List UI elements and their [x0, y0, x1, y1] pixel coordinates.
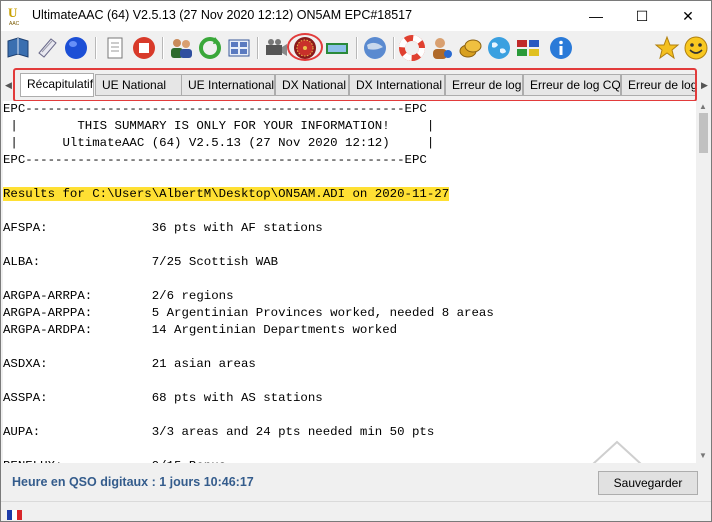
title-bar: U AAC UltimateAAC (64) V2.5.13 (27 Nov 2…	[1, 1, 711, 31]
smiley-icon[interactable]	[683, 35, 709, 61]
summary-line: | UltimateAAC (64) V2.5.13 (27 Nov 2020 …	[3, 136, 435, 150]
tab-scroll-right-icon[interactable]: ▶	[701, 80, 708, 91]
minimize-button[interactable]: —	[573, 1, 619, 31]
award-icon[interactable]	[324, 35, 350, 61]
summary-line: EPC-------------------------------------…	[3, 153, 427, 167]
svg-text:AAC: AAC	[9, 21, 20, 26]
grid-icon[interactable]	[226, 35, 252, 61]
summary-line: ARGPA-ARRPA: 2/6 regions	[3, 289, 234, 303]
toolbar-separator	[257, 37, 259, 59]
lifebuoy-icon[interactable]	[399, 35, 425, 61]
save-button[interactable]: Sauvegarder	[598, 471, 698, 495]
summary-line	[3, 203, 696, 220]
app-logo-icon: U AAC	[8, 6, 20, 26]
scroll-down-icon[interactable]: ▼	[699, 451, 707, 460]
stop-icon[interactable]	[131, 35, 157, 61]
summary-line: ALBA: 7/25 Scottish WAB	[3, 255, 279, 269]
summary-line: ASDXA: 21 asian areas	[3, 357, 256, 371]
toolbar-separator	[95, 37, 97, 59]
users-icon[interactable]	[168, 35, 194, 61]
toolbar-separator	[393, 37, 395, 59]
document-icon[interactable]	[102, 35, 128, 61]
summary-line: Results for C:\Users\AlbertM\Desktop\ON5…	[3, 186, 696, 203]
annotation-rectangle	[13, 68, 697, 102]
notepad-icon[interactable]	[34, 35, 60, 61]
bottom-panel: Heure en QSO digitaux : 1 jours 10:46:17…	[1, 463, 711, 501]
flags-icon[interactable]	[515, 35, 541, 61]
refresh-icon[interactable]	[197, 35, 223, 61]
svg-text:U: U	[8, 6, 18, 20]
app-window: U AAC UltimateAAC (64) V2.5.13 (27 Nov 2…	[0, 0, 712, 522]
summary-line: ARGPA-ARDPA: 14 Argentinian Departments …	[3, 323, 398, 337]
summary-line	[3, 407, 696, 424]
belgian-flag-icon	[7, 507, 22, 520]
window-title: UltimateAAC (64) V2.5.13 (27 Nov 2020 12…	[32, 8, 413, 22]
annotation-circle	[287, 33, 323, 61]
toolbar-separator	[162, 37, 164, 59]
vertical-scrollbar[interactable]: ▲ ▼	[696, 101, 711, 463]
summary-line: ASSPA: 68 pts with AS stations	[3, 391, 323, 405]
scroll-up-icon[interactable]: ▲	[699, 102, 707, 111]
coins-icon[interactable]	[457, 35, 483, 61]
toolbar-separator	[356, 37, 358, 59]
summary-line	[3, 237, 696, 254]
close-button[interactable]: ✕	[665, 1, 711, 31]
summary-line	[3, 339, 696, 356]
status-bar	[1, 501, 711, 521]
blue-globe-icon[interactable]	[63, 35, 89, 61]
book-icon[interactable]	[5, 35, 31, 61]
info-icon[interactable]	[548, 35, 574, 61]
summary-line: EPC-------------------------------------…	[3, 102, 427, 116]
projector-icon[interactable]	[263, 35, 289, 61]
results-path-highlight: Results for C:\Users\AlbertM\Desktop\ON5…	[3, 187, 450, 201]
digital-qso-uptime: Heure en QSO digitaux : 1 jours 10:46:17	[12, 475, 254, 489]
star-icon[interactable]	[654, 35, 680, 61]
summary-line	[3, 169, 696, 186]
toolbar	[1, 31, 711, 65]
summary-text-area[interactable]: EPC-------------------------------------…	[3, 101, 696, 463]
scrollbar-thumb[interactable]	[699, 113, 708, 153]
summary-line	[3, 271, 696, 288]
summary-line: | THIS SUMMARY IS ONLY FOR YOUR INFORMAT…	[3, 119, 435, 133]
person-icon[interactable]	[428, 35, 454, 61]
maximize-button[interactable]: ☐	[619, 1, 665, 31]
world-icon[interactable]	[486, 35, 512, 61]
summary-line: ARGPA-ARPPA: 5 Argentinian Provinces wor…	[3, 306, 494, 320]
summary-line: AFSPA: 36 pts with AF stations	[3, 221, 323, 235]
earth-icon[interactable]	[362, 35, 388, 61]
summary-text: EPC-------------------------------------…	[3, 101, 696, 463]
summary-line	[3, 373, 696, 390]
tab-scroll-left-icon[interactable]: ◀	[5, 80, 12, 91]
